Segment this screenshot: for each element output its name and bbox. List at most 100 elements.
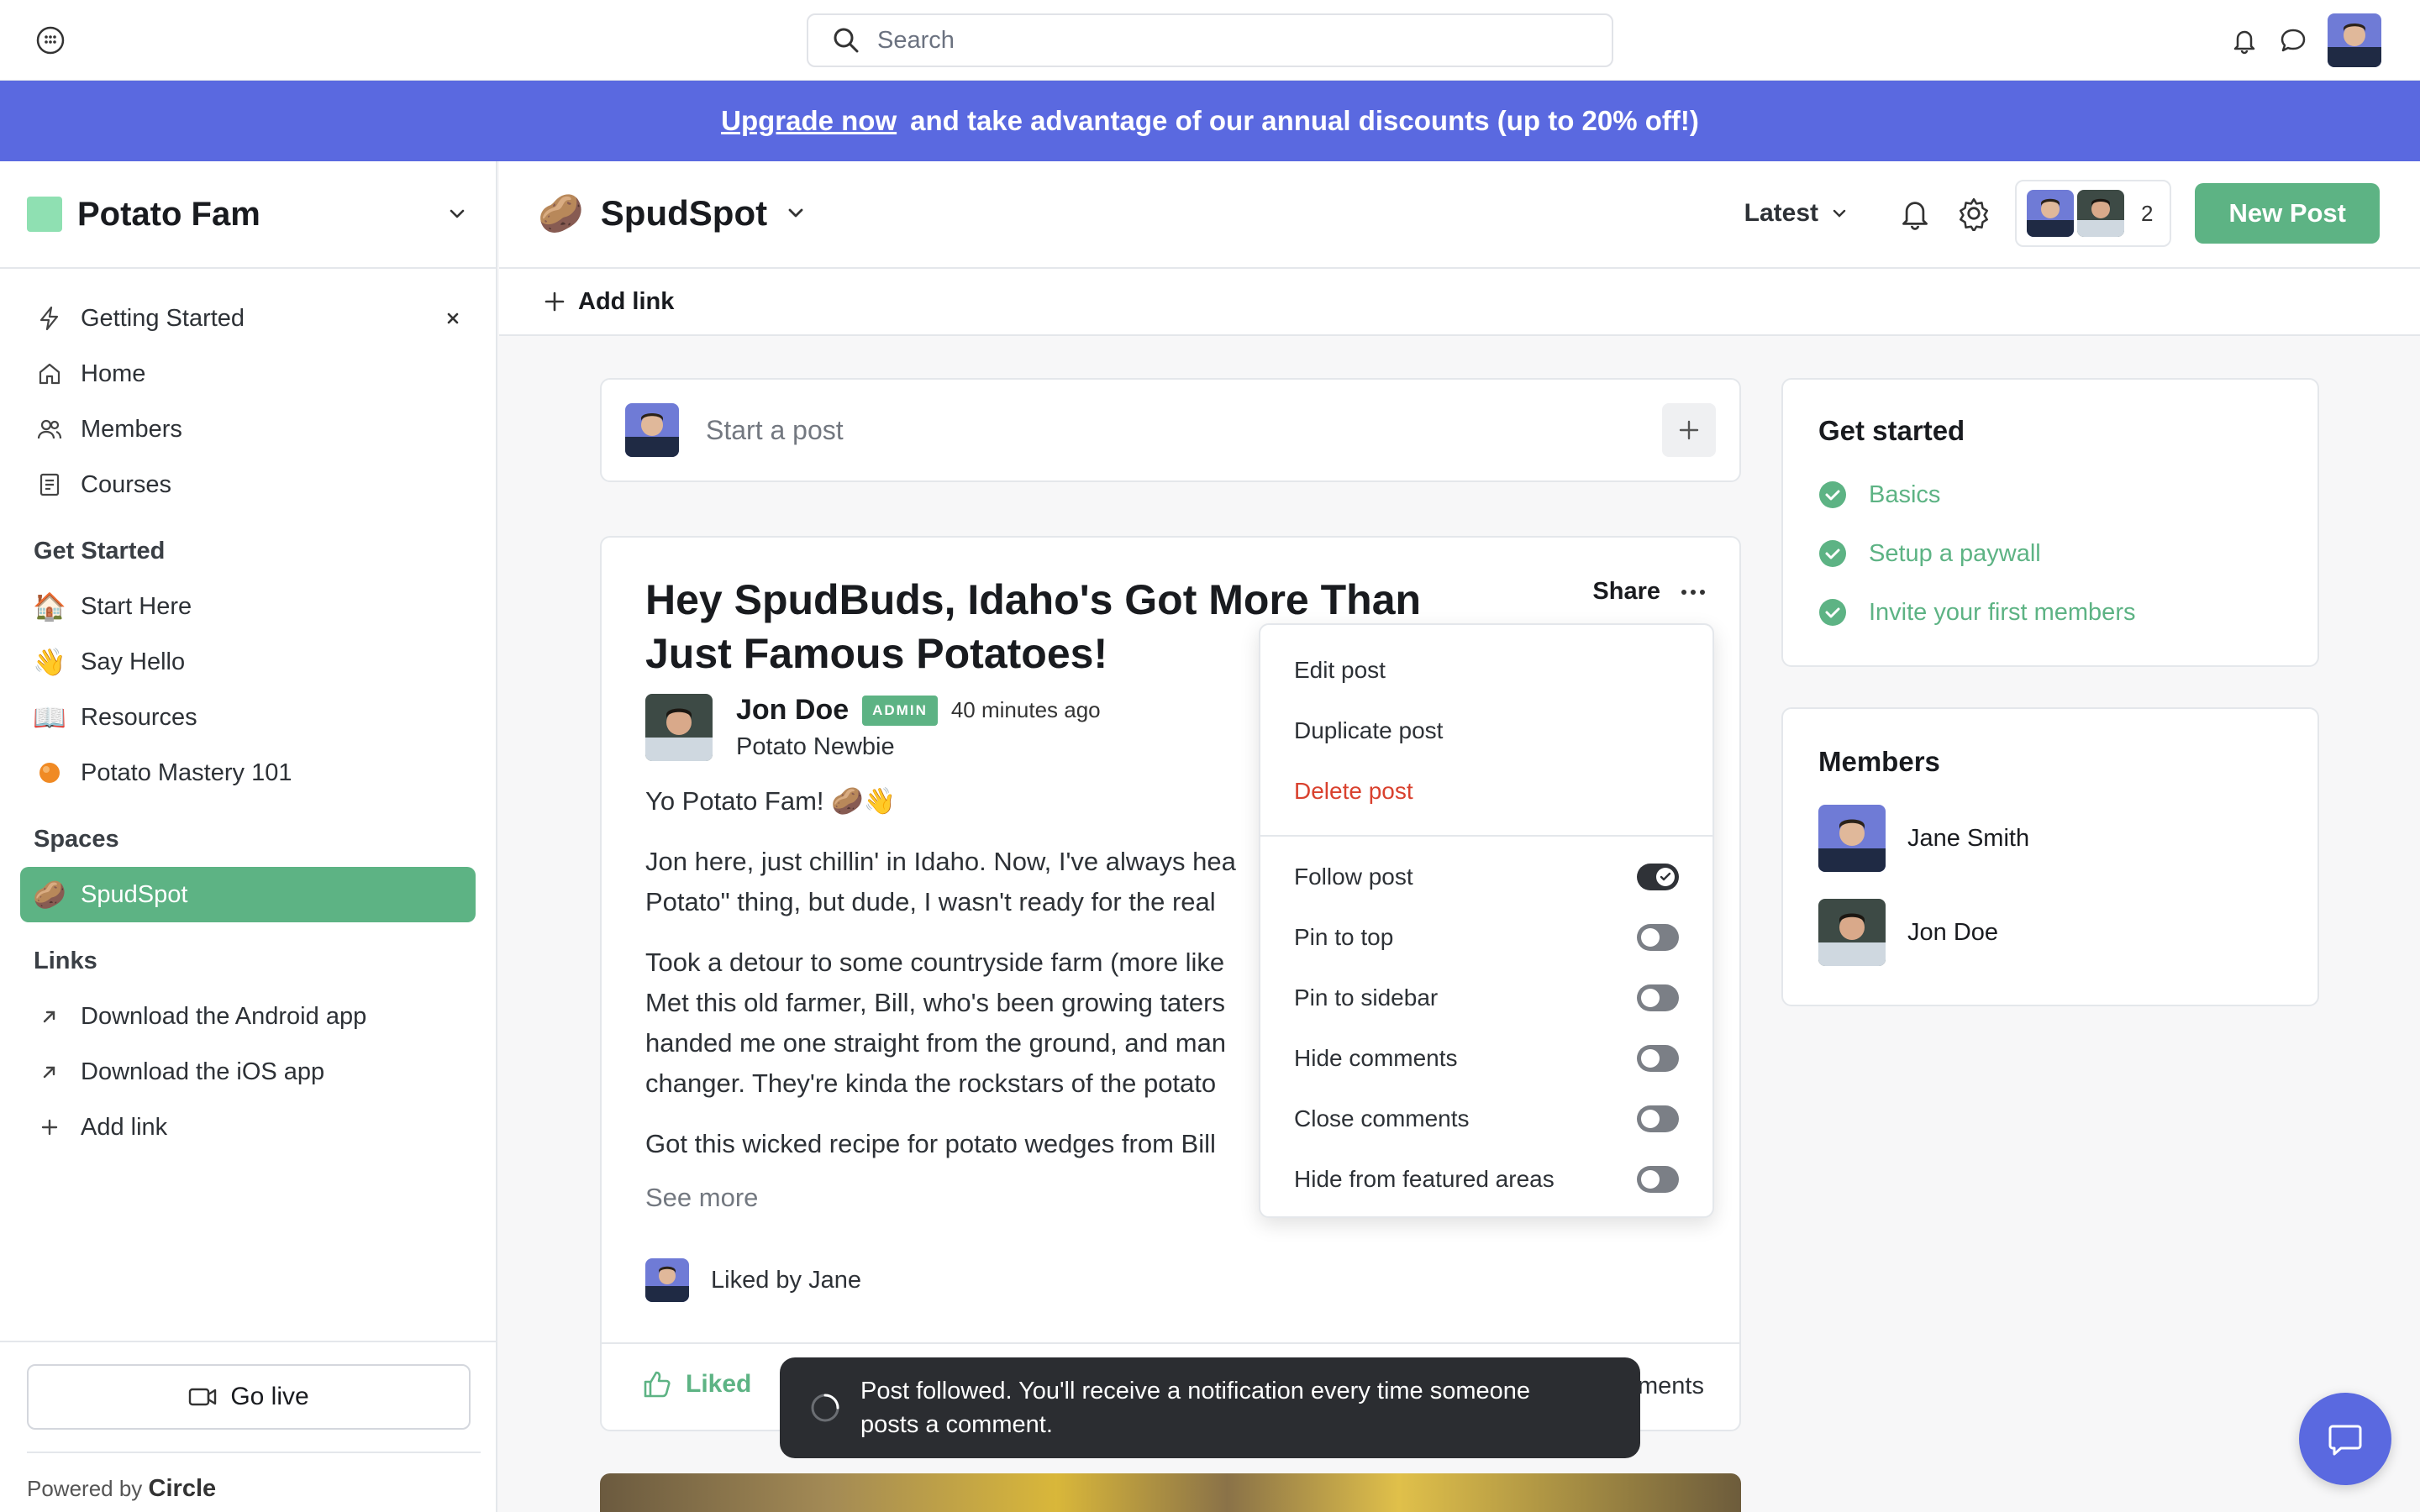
sidebar-item-say-hello[interactable]: 👋 Say Hello [20,634,476,690]
menu-follow-post[interactable]: Follow post [1260,847,1712,907]
space-switcher[interactable]: 🥔 SpudSpot [538,192,808,235]
add-link-bar[interactable]: Add link [499,269,2420,336]
support-chat-button[interactable] [2299,1393,2391,1485]
sidebar-item-label: Getting Started [81,304,245,332]
next-post-image [600,1473,1741,1512]
top-actions [2230,13,2381,67]
menu-pin-to-top[interactable]: Pin to top [1260,907,1712,968]
pin-to-sidebar-toggle[interactable] [1637,984,1679,1011]
member-name: Jane Smith [1907,824,2030,852]
see-more-link[interactable]: See more [645,1183,758,1213]
composer-placeholder[interactable]: Start a post [706,415,1662,446]
add-link-label: Add link [578,287,675,315]
checklist-item[interactable]: Basics [1818,465,2282,524]
check-circle-icon [1818,480,1847,509]
add-attachment-button[interactable] [1662,403,1716,457]
hide-comments-toggle[interactable] [1637,1045,1679,1072]
share-button[interactable]: Share [1592,578,1660,606]
sidebar-item-label: Download the Android app [81,1002,367,1030]
member-row[interactable]: Jane Smith [1818,791,2282,885]
gear-icon[interactable] [1956,196,1991,231]
search-input[interactable] [877,26,1549,55]
avatar [2077,190,2124,237]
menu-toggle-label: Follow post [1294,864,1413,890]
upgrade-link[interactable]: Upgrade now [721,105,897,137]
space-name: SpudSpot [600,193,768,233]
home-icon [34,358,66,390]
follow-post-toggle[interactable] [1637,864,1679,890]
sidebar-item-resources[interactable]: 📖 Resources [20,690,476,745]
more-options-icon[interactable] [1681,588,1706,596]
community-logo [27,197,62,232]
comments-count-link[interactable]: ments [1638,1373,1704,1400]
chat-icon[interactable] [2279,26,2307,55]
chat-bubble-icon [2326,1420,2365,1458]
close-comments-toggle[interactable] [1637,1105,1679,1132]
space-header: 🥔 SpudSpot Latest 2 New Post [499,161,2420,269]
sidebar-item-potato-mastery[interactable]: Potato Mastery 101 [20,745,476,801]
menu-toggle-label: Pin to sidebar [1294,984,1439,1011]
menu-duplicate-post[interactable]: Duplicate post [1260,701,1712,761]
sidebar-link-android[interactable]: Download the Android app [20,989,476,1044]
upgrade-banner: Upgrade now and take advantage of our an… [0,81,2420,161]
member-row[interactable]: Jon Doe [1818,885,2282,979]
section-title-get-started: Get Started [34,538,166,564]
avatar [2027,190,2074,237]
sidebar-item-courses[interactable]: Courses [20,457,476,512]
close-icon[interactable] [444,309,462,328]
community-switcher[interactable]: Potato Fam [0,161,496,269]
like-button[interactable]: Liked [642,1369,751,1399]
sidebar-item-getting-started[interactable]: Getting Started [20,291,476,346]
hide-from-featured-toggle[interactable] [1637,1166,1679,1193]
plus-icon [543,290,566,313]
grid-icon[interactable] [35,25,66,55]
powered-by-brand[interactable]: Circle [149,1475,217,1502]
post-timestamp[interactable]: 40 minutes ago [951,697,1101,723]
spinner-icon [808,1391,842,1425]
sidebar-item-start-here[interactable]: 🏠 Start Here [20,579,476,634]
checklist-item[interactable]: Invite your first members [1818,583,2282,642]
sidebar-link-ios[interactable]: Download the iOS app [20,1044,476,1100]
video-camera-icon [188,1386,217,1408]
post-composer[interactable]: Start a post [600,378,1741,482]
liked-by[interactable]: Liked by Jane [645,1258,861,1302]
toast-line: Post followed. You'll receive a notifica… [860,1378,1531,1404]
chevron-down-icon [1830,204,1849,223]
check-circle-icon [1818,539,1847,568]
sidebar-item-members[interactable]: Members [20,402,476,457]
book-emoji-icon: 📖 [33,702,66,732]
menu-hide-comments[interactable]: Hide comments [1260,1028,1712,1089]
sidebar-add-link[interactable]: Add link [20,1100,476,1155]
menu-edit-post[interactable]: Edit post [1260,640,1712,701]
member-count: 2 [2141,200,2154,226]
go-live-button[interactable]: Go live [27,1364,471,1430]
wave-emoji-icon: 👋 [33,647,66,677]
check-circle-icon [1818,598,1847,627]
bell-icon[interactable] [2230,26,2259,55]
powered-by: Powered by Circle [27,1452,481,1503]
author-avatar[interactable] [645,694,713,761]
space-members-button[interactable]: 2 [2015,180,2172,247]
menu-delete-post[interactable]: Delete post [1260,761,1712,822]
sort-dropdown[interactable]: Latest [1744,199,1849,228]
bell-icon[interactable] [1897,196,1933,231]
post-paragraph: Jon here, just chillin' in Idaho. Now, I… [645,847,1236,916]
menu-close-comments[interactable]: Close comments [1260,1089,1712,1149]
checklist-item[interactable]: Setup a paywall [1818,524,2282,583]
external-link-icon [34,1056,66,1088]
author-name[interactable]: Jon Doe [736,694,849,727]
new-post-button[interactable]: New Post [2195,183,2380,244]
search-box[interactable] [807,13,1613,67]
admin-badge: ADMIN [862,695,938,726]
sidebar-item-spudspot[interactable]: 🥔 SpudSpot [20,867,476,922]
thumbs-up-icon [642,1369,672,1399]
menu-hide-from-featured[interactable]: Hide from featured areas [1260,1149,1712,1210]
avatar [1818,805,1886,872]
user-avatar[interactable] [2328,13,2381,67]
sidebar-item-label: Start Here [81,592,192,620]
pin-to-top-toggle[interactable] [1637,924,1679,951]
card-title: Members [1818,746,1940,777]
menu-pin-to-sidebar[interactable]: Pin to sidebar [1260,968,1712,1028]
sidebar-item-home[interactable]: Home [20,346,476,402]
post-paragraph: Yo Potato Fam! 🥔👋 [645,786,897,816]
